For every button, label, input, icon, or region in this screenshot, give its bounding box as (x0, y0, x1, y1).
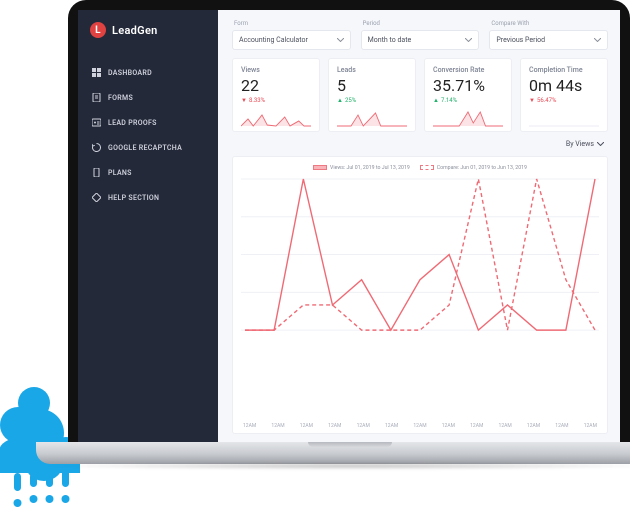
legend-item-main: Views: Jul 01, 2019 to Jul 13, 2019 (313, 165, 410, 171)
arrow-up-icon: ▲ (433, 97, 439, 104)
chart-x-axis: 12AM 12AM 12AM 12AM 12AM 12AM 12AM 12AM 12AM 12AM… (241, 421, 599, 429)
sidebar-item-forms[interactable]: FORMS (78, 85, 218, 110)
recaptcha-icon (92, 143, 101, 152)
legend-swatch-solid (313, 165, 327, 170)
x-tick: 12AM (413, 423, 426, 429)
chevron-down-icon (337, 38, 344, 42)
main-content: Form Accounting Calculator Period Month … (218, 10, 620, 442)
x-tick: 12AM (527, 423, 540, 429)
arrow-down-icon: ▼ (529, 97, 535, 104)
filter-bar: Form Accounting Calculator Period Month … (232, 20, 608, 50)
card-title: Completion Time (529, 66, 599, 74)
x-tick: 12AM (385, 423, 398, 429)
card-views: Views 22 ▼ 8.33% (232, 58, 320, 132)
filter-period: Period Month to date (361, 20, 480, 50)
sidebar-nav: DASHBOARD FORMS LEAD PROOFS GOOGLE RECAP… (78, 56, 218, 210)
select-value: Accounting Calculator (239, 36, 308, 44)
laptop-mockup: L LeadGen DASHBOARD FORMS LEAD PROOFS (68, 0, 630, 468)
app-screen: L LeadGen DASHBOARD FORMS LEAD PROOFS (78, 10, 620, 442)
sparkline (337, 109, 407, 127)
card-value: 5 (337, 76, 407, 95)
period-select[interactable]: Month to date (361, 30, 480, 50)
sparkline (241, 109, 311, 127)
card-value: 35.71% (433, 76, 503, 95)
sidebar-item-help[interactable]: HELP SECTION (78, 185, 218, 210)
legend-item-compare: Compare: Jun 01, 2019 to Jun 13, 2019 (420, 165, 527, 171)
sparkline (529, 109, 599, 127)
legend-swatch-dashed (420, 165, 434, 170)
x-tick: 12AM (584, 423, 597, 429)
x-tick: 12AM (271, 423, 284, 429)
plans-icon (92, 168, 101, 177)
sidebar-item-label: HELP SECTION (108, 194, 159, 202)
brand-name: LeadGen (112, 24, 158, 37)
laptop-screen-frame: L LeadGen DASHBOARD FORMS LEAD PROOFS (68, 0, 630, 444)
chevron-down-icon (597, 140, 604, 148)
arrow-down-icon: ▼ (241, 97, 247, 104)
laptop-base (36, 442, 630, 464)
help-icon (92, 193, 101, 202)
compare-select[interactable]: Previous Period (489, 30, 608, 50)
filter-label: Form (232, 20, 351, 27)
sidebar: L LeadGen DASHBOARD FORMS LEAD PROOFS (78, 10, 218, 442)
card-delta: ▲ 25% (337, 97, 407, 104)
x-tick: 12AM (470, 423, 483, 429)
form-select[interactable]: Accounting Calculator (232, 30, 351, 50)
sidebar-item-label: LEAD PROOFS (108, 119, 157, 127)
select-value: Previous Period (496, 36, 545, 44)
x-tick: 12AM (357, 423, 370, 429)
sidebar-item-label: FORMS (108, 94, 133, 102)
select-value: Month to date (368, 36, 412, 44)
brand: L LeadGen (78, 10, 218, 56)
arrow-up-icon: ▲ (337, 97, 343, 104)
forms-icon (92, 93, 101, 102)
card-value: 22 (241, 76, 311, 95)
x-tick: 12AM (499, 423, 512, 429)
x-tick: 12AM (442, 423, 455, 429)
chevron-down-icon (594, 38, 601, 42)
sidebar-item-dashboard[interactable]: DASHBOARD (78, 60, 218, 85)
card-delta: ▼ 8.33% (241, 97, 311, 104)
sidebar-item-plans[interactable]: PLANS (78, 160, 218, 185)
filter-label: Compare With (489, 20, 608, 27)
x-tick: 12AM (300, 423, 313, 429)
card-completion: Completion Time 0m 44s ▼ 56.47% (520, 58, 608, 132)
x-tick: 12AM (243, 423, 256, 429)
filter-label: Period (361, 20, 480, 27)
x-tick: 12AM (555, 423, 568, 429)
sidebar-item-lead-proofs[interactable]: LEAD PROOFS (78, 110, 218, 135)
card-title: Views (241, 66, 311, 74)
card-delta: ▲ 7.14% (433, 97, 503, 104)
by-views-dropdown[interactable]: By Views (566, 140, 608, 148)
filter-form: Form Accounting Calculator (232, 20, 351, 50)
card-title: Conversion Rate (433, 66, 503, 74)
chevron-down-icon (465, 38, 472, 42)
chart-legend: Views: Jul 01, 2019 to Jul 13, 2019 Comp… (241, 165, 599, 171)
main-chart-panel: Views: Jul 01, 2019 to Jul 13, 2019 Comp… (232, 156, 608, 434)
card-conversion: Conversion Rate 35.71% ▲ 7.14% (424, 58, 512, 132)
grid-icon (92, 68, 101, 77)
by-views-label: By Views (566, 140, 594, 148)
sidebar-item-label: PLANS (108, 169, 132, 177)
sidebar-item-recaptcha[interactable]: GOOGLE RECAPTCHA (78, 135, 218, 160)
sidebar-item-label: GOOGLE RECAPTCHA (108, 144, 182, 152)
card-leads: Leads 5 ▲ 25% (328, 58, 416, 132)
filter-compare: Compare With Previous Period (489, 20, 608, 50)
brand-logo-icon: L (90, 22, 106, 38)
card-value: 0m 44s (529, 76, 599, 95)
sparkline (433, 109, 503, 127)
card-title: Leads (337, 66, 407, 74)
id-card-icon (92, 118, 101, 127)
chart-plot-area (241, 175, 599, 421)
sidebar-item-label: DASHBOARD (108, 69, 152, 77)
metric-cards: Views 22 ▼ 8.33% (232, 58, 608, 132)
card-delta: ▼ 56.47% (529, 97, 599, 104)
x-tick: 12AM (328, 423, 341, 429)
